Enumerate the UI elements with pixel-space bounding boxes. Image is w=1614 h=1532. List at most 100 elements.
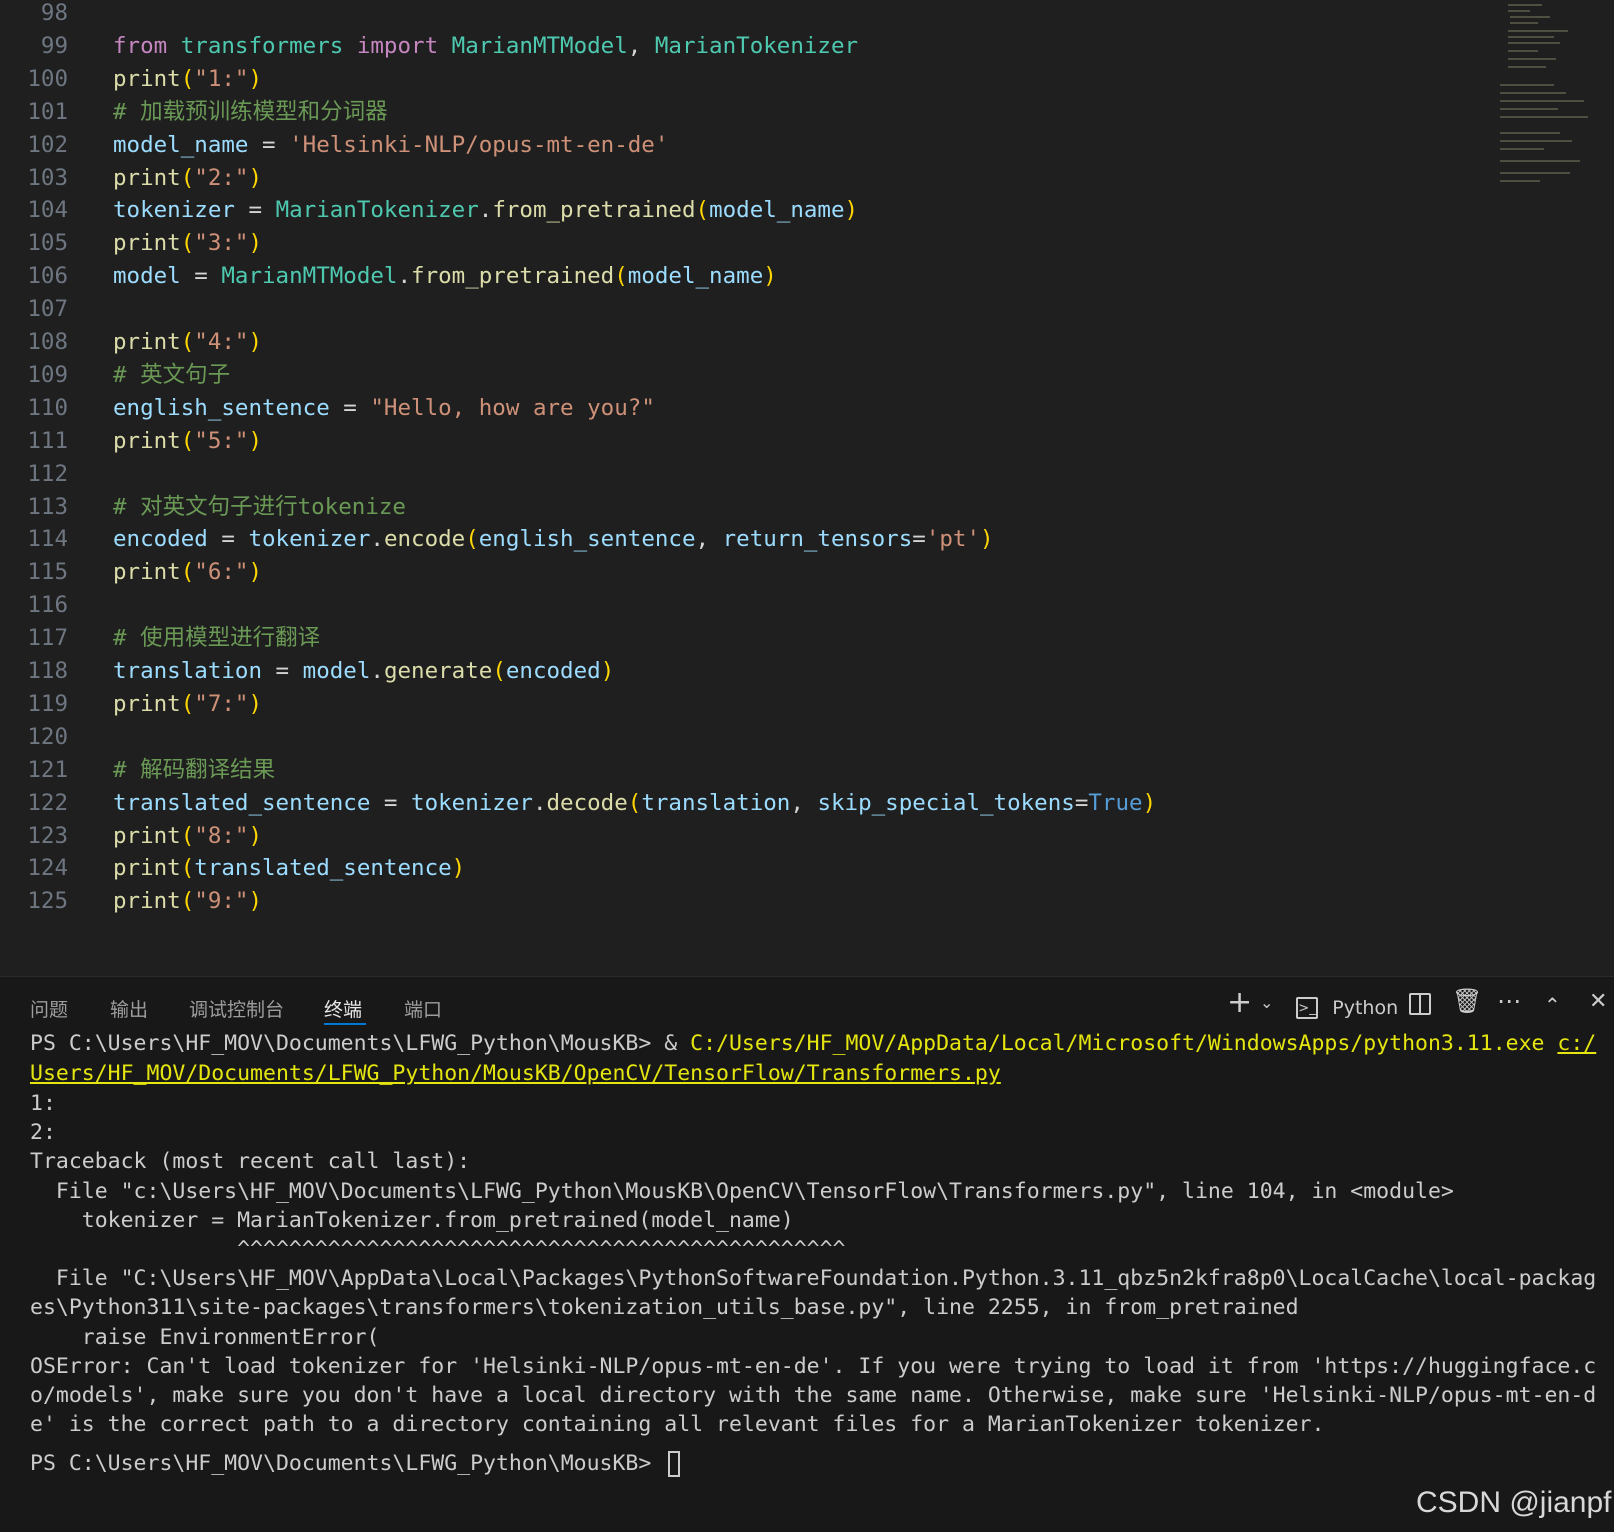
code-line[interactable]: 103 print("2:"): [0, 162, 1480, 195]
code-line[interactable]: 99 from transformers import MarianMTModel…: [0, 30, 1480, 63]
code-token: print: [113, 427, 181, 454]
code-line[interactable]: 121 # 解码翻译结果: [0, 754, 1480, 787]
code-line[interactable]: 112: [0, 458, 1480, 491]
code-token: "1:": [194, 65, 249, 92]
chevron-down-icon[interactable]: ⌄: [1260, 993, 1273, 1012]
code-token: =: [329, 394, 371, 421]
tab-debug-console[interactable]: 调试控制台: [189, 995, 284, 1022]
code-token: =: [248, 131, 290, 158]
plus-icon[interactable]: +: [1227, 985, 1252, 1020]
code-token: print: [113, 888, 181, 915]
code-editor[interactable]: 98 99 from transformers import MarianMTMod…: [0, 0, 1614, 976]
tab-ports[interactable]: 端口: [404, 995, 442, 1022]
code-token: ,: [790, 789, 818, 816]
code-text: # 加载预训练模型和分词器: [113, 96, 388, 129]
line-number: 121: [27, 756, 68, 783]
code-line[interactable]: 100 print("1:"): [0, 63, 1480, 96]
tab-terminal[interactable]: 终端: [324, 995, 362, 1022]
terminal-output-line: ^^^^^^^^^^^^^^^^^^^^^^^^^^^^^^^^^^^^^^^^…: [30, 1237, 846, 1262]
code-token: .: [370, 526, 384, 553]
code-line[interactable]: 119 print("7:"): [0, 688, 1480, 721]
code-line[interactable]: 113 # 对英文句子进行tokenize: [0, 491, 1480, 524]
code-line[interactable]: 106 model = MarianMTModel.from_pretrained…: [0, 260, 1480, 293]
code-line[interactable]: 124 print(translated_sentence): [0, 852, 1480, 885]
tab-output[interactable]: 输出: [110, 995, 148, 1022]
terminal-exe-path[interactable]: C:/Users/HF_MOV/AppData/Local/Microsoft/…: [690, 1031, 1544, 1056]
code-token: print: [113, 65, 181, 92]
terminal-output-line: Traceback (most recent call last):: [30, 1149, 471, 1175]
line-number: 106: [27, 263, 68, 290]
code-token: tokenizer: [411, 789, 533, 816]
terminal-prompt: PS C:\Users\HF_MOV\Documents\LFWG_Python…: [30, 1451, 665, 1476]
code-line[interactable]: 122 translated_sentence = tokenizer.decod…: [0, 787, 1480, 820]
code-line[interactable]: 110 english_sentence = "Hello, how are yo…: [0, 392, 1480, 425]
code-text: translation = model.generate(encoded): [113, 655, 614, 688]
line-number: 99: [40, 32, 68, 59]
code-token: (: [492, 658, 506, 684]
code-token: "9:": [194, 888, 249, 915]
code-token: ): [248, 888, 263, 915]
line-number: 113: [27, 493, 68, 520]
code-token: .: [478, 197, 493, 224]
code-text: encoded = tokenizer.encode(english_sente…: [113, 523, 994, 556]
split-icon[interactable]: [1409, 992, 1431, 1022]
chevron-up-icon[interactable]: ⌃: [1544, 993, 1561, 1017]
code-token: (: [180, 65, 195, 92]
code-line[interactable]: 120: [0, 721, 1480, 754]
terminal-cursor: [668, 1451, 681, 1477]
terminal-script-link-cont[interactable]: Users/HF_MOV/Documents/LFWG_Python/MousK…: [30, 1061, 1001, 1086]
line-number: 98: [40, 0, 68, 26]
code-line[interactable]: 111 print("5:"): [0, 425, 1480, 458]
ellipsis-icon[interactable]: ⋯: [1497, 987, 1521, 1015]
line-number: 110: [27, 394, 68, 421]
code-line[interactable]: 114 encoded = tokenizer.encode(english_se…: [0, 523, 1480, 556]
code-token: from_pretrained: [411, 263, 615, 290]
code-line[interactable]: 116: [0, 589, 1480, 622]
code-token: .: [532, 789, 547, 816]
code-token: =: [234, 197, 276, 224]
tab-problems[interactable]: 问题: [30, 995, 68, 1022]
minimap[interactable]: [1500, 0, 1600, 200]
code-line[interactable]: 105 print("3:"): [0, 227, 1480, 260]
code-text: model = MarianMTModel.from_pretrained(mo…: [113, 260, 777, 293]
terminal-output-line: File "C:\Users\HF_MOV\AppData\Local\Pack…: [30, 1266, 1597, 1292]
terminal[interactable]: PS C:\Users\HF_MOV\Documents\LFWG_Python…: [0, 977, 1614, 1532]
close-icon[interactable]: ✕: [1589, 989, 1607, 1014]
trash-icon[interactable]: 🗑: [1452, 987, 1482, 1015]
code-line[interactable]: 125 print("9:"): [0, 885, 1480, 918]
code-line[interactable]: 108 print("4:"): [0, 326, 1480, 359]
terminal-script-link[interactable]: c:/: [1557, 1031, 1596, 1056]
code-line[interactable]: 115 print("6:"): [0, 556, 1480, 589]
code-token: (: [627, 789, 642, 816]
code-line[interactable]: 104 tokenizer = MarianTokenizer.from_pret…: [0, 194, 1480, 227]
code-line[interactable]: 101 # 加载预训练模型和分词器: [0, 96, 1480, 129]
code-token: skip_special_tokens: [817, 789, 1075, 816]
code-token: =: [912, 526, 926, 553]
code-line[interactable]: 98: [0, 0, 1480, 30]
terminal-shell-selector[interactable]: >_ Python: [1296, 992, 1398, 1022]
code-line[interactable]: 109 # 英文句子: [0, 359, 1480, 392]
code-token: 'pt': [925, 526, 980, 553]
code-token: tokenizer: [113, 197, 235, 224]
active-tab-indicator: [324, 1023, 366, 1025]
terminal-output-line: 1:: [30, 1091, 56, 1116]
terminal-output-line: e' is the correct path to a directory co…: [30, 1412, 1325, 1438]
line-number: 108: [27, 329, 68, 355]
code-line[interactable]: 118 translation = model.generate(encoded): [0, 655, 1480, 688]
code-token: MarianMTModel: [451, 32, 628, 59]
code-token: model_name: [709, 197, 845, 224]
code-line[interactable]: 123 print("8:"): [0, 820, 1480, 853]
code-line[interactable]: 107: [0, 293, 1480, 326]
line-number: 114: [27, 526, 68, 553]
terminal-command-line: PS C:\Users\HF_MOV\Documents\LFWG_Python…: [30, 1029, 1596, 1059]
code-token: encoded: [113, 526, 208, 553]
line-number: 117: [27, 625, 68, 652]
terminal-final-prompt[interactable]: PS C:\Users\HF_MOV\Documents\LFWG_Python…: [30, 1449, 681, 1479]
code-token: 'Helsinki-NLP/opus-mt-en-de': [289, 131, 669, 158]
code-token: ): [1142, 789, 1157, 816]
code-line[interactable]: 102 model_name = 'Helsinki-NLP/opus-mt-en…: [0, 129, 1480, 162]
code-line[interactable]: 117 # 使用模型进行翻译: [0, 622, 1480, 655]
code-token: (: [180, 822, 195, 849]
code-token: # 加载预训练模型和分词器: [113, 98, 388, 125]
